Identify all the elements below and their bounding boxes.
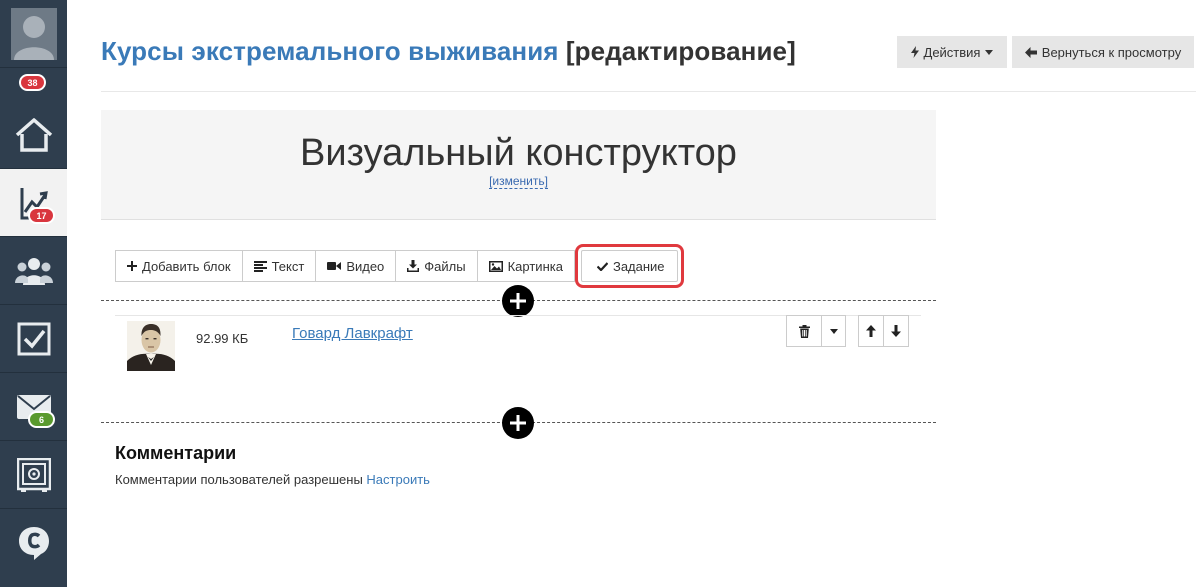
- trash-icon: [798, 324, 810, 338]
- plus-icon: [510, 415, 526, 431]
- image-block-button[interactable]: Картинка: [476, 250, 575, 282]
- messages-badge: 6: [28, 411, 55, 428]
- picture-icon: [488, 260, 503, 272]
- video-label: Видео: [346, 258, 385, 274]
- block-menu-group: [786, 315, 846, 347]
- actions-dropdown-button[interactable]: Действия: [897, 36, 1007, 68]
- arrow-down-icon: [891, 325, 901, 337]
- notifications-badge: 38: [19, 74, 46, 91]
- video-camera-icon: [327, 262, 342, 270]
- configure-comments-link[interactable]: Настроить: [366, 472, 430, 487]
- back-to-view-button[interactable]: Вернуться к просмотру: [1012, 36, 1194, 68]
- plus-icon: [510, 293, 526, 309]
- task-block-button[interactable]: Задание: [574, 244, 684, 288]
- arrow-up-icon: [866, 325, 876, 337]
- users-icon: [14, 257, 53, 285]
- caret-down-icon: [829, 328, 838, 334]
- chat-logo-icon: [18, 527, 49, 560]
- change-title-link[interactable]: [изменить]: [489, 174, 548, 189]
- move-block-up-button[interactable]: [858, 315, 884, 347]
- safe-icon: [16, 457, 51, 492]
- checkmark-icon: [596, 261, 608, 271]
- block-options-dropdown[interactable]: [821, 315, 846, 347]
- lightning-icon: [910, 46, 919, 58]
- sidebar-item-stats[interactable]: 17: [0, 169, 67, 237]
- insert-block-button-top[interactable]: [502, 285, 534, 317]
- page-title-suffix: [редактирование]: [565, 36, 796, 66]
- course-title: Курсы экстремального выживания: [101, 36, 559, 66]
- constructor-change-wrap: [изменить]: [101, 174, 936, 189]
- comments-status: Комментарии пользователей разрешены Наст…: [115, 472, 430, 487]
- constructor-header-panel: Визуальный конструктор [изменить]: [101, 110, 936, 220]
- plus-icon: [127, 261, 137, 271]
- back-label: Вернуться к просмотру: [1041, 44, 1182, 60]
- add-block-label: Добавить блок: [142, 258, 231, 274]
- comments-status-text: Комментарии пользователей разрешены: [115, 472, 363, 487]
- sidebar-item-safe[interactable]: [0, 441, 67, 509]
- add-block-button[interactable]: Добавить блок: [115, 250, 243, 282]
- comments-heading: Комментарии: [115, 443, 237, 463]
- sidebar-item-chat[interactable]: [0, 509, 67, 577]
- home-icon: [15, 117, 52, 152]
- block-move-group: [858, 315, 909, 347]
- left-sidebar: 38 17 6: [0, 0, 67, 587]
- download-icon: [407, 260, 420, 272]
- move-block-down-button[interactable]: [883, 315, 909, 347]
- sidebar-item-users[interactable]: [0, 237, 67, 305]
- file-thumbnail-image: [127, 321, 175, 371]
- sidebar-item-profile[interactable]: 38: [0, 0, 67, 91]
- user-avatar-icon: [10, 7, 57, 60]
- block-toolbar: Добавить блок Текст Видео Файлы Картинка: [115, 244, 684, 288]
- text-block-button[interactable]: Текст: [241, 250, 317, 282]
- actions-label: Действия: [923, 44, 981, 60]
- header-divider: [101, 91, 1196, 92]
- page-title: Курсы экстремального выживания [редактир…: [101, 36, 796, 67]
- task-label: Задание: [612, 258, 665, 274]
- file-size: 92.99 КБ: [196, 331, 249, 346]
- text-label: Текст: [271, 258, 305, 274]
- insert-block-button-bottom[interactable]: [502, 407, 534, 439]
- files-block-button[interactable]: Файлы: [395, 250, 478, 282]
- sidebar-item-tasks[interactable]: [0, 305, 67, 373]
- files-label: Файлы: [424, 258, 466, 274]
- stats-badge: 17: [28, 207, 55, 224]
- file-name-link[interactable]: Говард Лавкрафт: [292, 325, 413, 342]
- delete-block-button[interactable]: [786, 315, 822, 347]
- arrow-left-icon: [1024, 46, 1037, 58]
- constructor-title: Визуальный конструктор: [300, 132, 737, 174]
- sidebar-item-home[interactable]: [0, 101, 67, 169]
- caret-down-icon: [985, 49, 994, 55]
- video-block-button[interactable]: Видео: [315, 250, 397, 282]
- align-left-icon: [253, 260, 267, 272]
- image-label: Картинка: [507, 258, 563, 274]
- sidebar-item-messages[interactable]: 6: [0, 373, 67, 441]
- tasks-checkbox-icon: [17, 322, 50, 355]
